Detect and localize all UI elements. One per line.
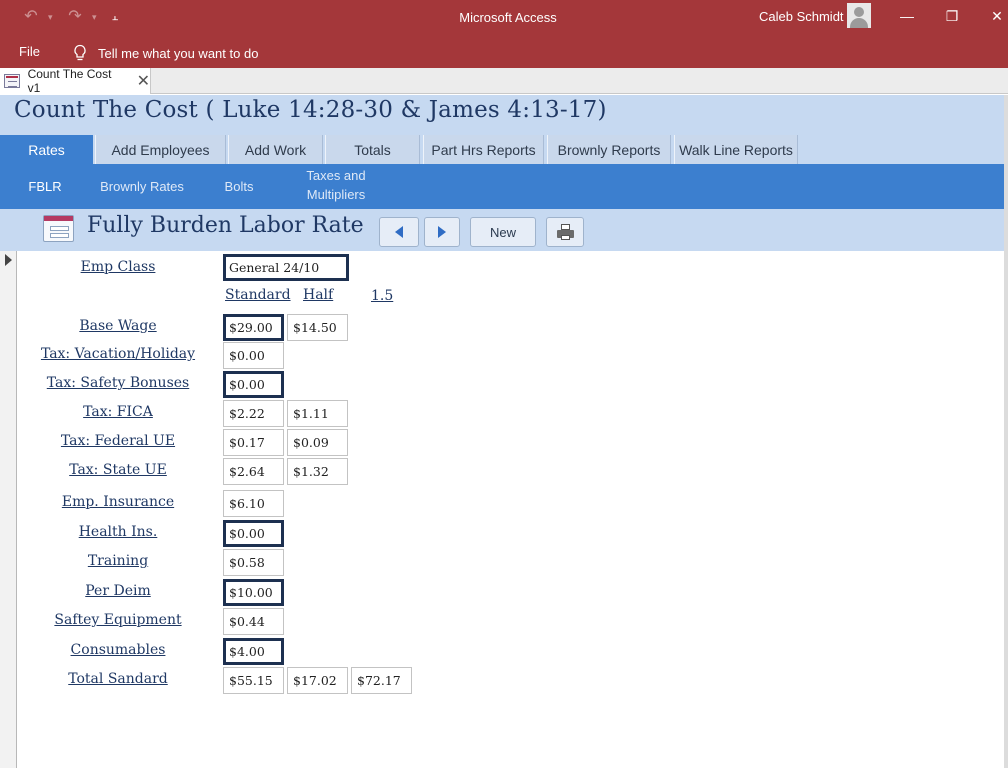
saftey-equipment-standard-field[interactable]: $0.44	[223, 608, 284, 635]
tax-fica-half-field[interactable]: $1.11	[287, 400, 348, 427]
total-sandard-one-half-field[interactable]: $72.17	[351, 667, 412, 694]
per-deim-standard-field[interactable]: $10.00	[223, 579, 284, 606]
health-ins-standard-field[interactable]: $0.00	[223, 520, 284, 547]
document-tab-strip: Count The Cost v1 ✕	[0, 67, 1008, 95]
tab-add-work[interactable]: Add Work	[228, 135, 323, 164]
tax-federal-ue-standard-field[interactable]: $0.17	[223, 429, 284, 456]
form-record-icon	[43, 215, 74, 242]
user-name[interactable]: Caleb Schmidt	[759, 9, 844, 24]
tab-totals[interactable]: Totals	[325, 135, 420, 164]
tax-state-ue-label: Tax: State UE	[69, 462, 167, 478]
tax-fica-label: Tax: FICA	[83, 404, 153, 420]
tab-brownly-reports[interactable]: Brownly Reports	[547, 135, 671, 164]
tax-fica-standard-field[interactable]: $2.22	[223, 400, 284, 427]
lightbulb-icon	[74, 44, 86, 61]
document-tab-label: Count The Cost v1	[27, 67, 112, 95]
tax-federal-ue-label: Tax: Federal UE	[60, 433, 176, 449]
total-sandard-label: Total Sandard	[68, 671, 168, 687]
emp-class-label: Emp Class	[80, 259, 156, 275]
total-sandard-standard-field[interactable]: $55.15	[223, 667, 284, 694]
base-wage-standard-field[interactable]: $29.00	[223, 314, 284, 341]
form-area: Count The Cost ( Luke 14:28-30 & James 4…	[0, 95, 1008, 768]
close-icon[interactable]: ✕	[982, 6, 1008, 26]
tab-rates[interactable]: Rates	[0, 135, 93, 164]
emp-insurance-standard-field[interactable]: $6.10	[223, 490, 284, 517]
tab-add-employees[interactable]: Add Employees	[95, 135, 226, 164]
form-icon	[4, 74, 20, 88]
per-deim-label: Per Deim	[85, 583, 151, 599]
column-header-standard: Standard	[225, 287, 291, 303]
tax-state-ue-standard-field[interactable]: $2.64	[223, 458, 284, 485]
consumables-label: Consumables	[70, 642, 166, 658]
consumables-standard-field[interactable]: $4.00	[223, 638, 284, 665]
tax-safety-bonuses-standard-field[interactable]: $0.00	[223, 371, 284, 398]
tell-me-text: Tell me what you want to do	[98, 45, 259, 61]
previous-record-button[interactable]	[379, 217, 419, 247]
tab-walk-line-reports[interactable]: Walk Line Reports	[674, 135, 798, 164]
restore-icon[interactable]: ❐	[937, 6, 967, 26]
subtab-bolts[interactable]: Bolts	[216, 177, 262, 196]
subtab-taxes-and-multipliers[interactable]: Taxes and Multipliers	[286, 166, 386, 204]
emp-class-field[interactable]: General 24/10	[223, 254, 349, 281]
previous-arrow-icon	[395, 226, 403, 238]
tax-vacation-holiday-label: Tax: Vacation/Holiday	[40, 346, 196, 362]
next-record-button[interactable]	[424, 217, 460, 247]
tell-me-box[interactable]: Tell me what you want to do	[72, 44, 258, 62]
training-standard-field[interactable]: $0.58	[223, 549, 284, 576]
base-wage-half-field[interactable]: $14.50	[287, 314, 348, 341]
minimize-icon[interactable]: —	[892, 6, 922, 26]
new-record-button[interactable]: New	[470, 217, 536, 247]
tax-vacation-holiday-standard-field[interactable]: $0.00	[223, 342, 284, 369]
emp-insurance-label: Emp. Insurance	[61, 494, 175, 510]
tax-state-ue-half-field[interactable]: $1.32	[287, 458, 348, 485]
tax-safety-bonuses-label: Tax: Safety Bonuses	[46, 375, 190, 391]
access-window: ↶ ▾ ↷ ▾ ⫠ Microsoft Access Caleb Schmidt…	[0, 0, 1008, 768]
total-sandard-half-field[interactable]: $17.02	[287, 667, 348, 694]
form-title: Count The Cost ( Luke 14:28-30 & James 4…	[14, 97, 607, 123]
record-title: Fully Burden Labor Rate	[87, 213, 364, 238]
column-header-one-half: 1.5	[371, 288, 394, 304]
saftey-equipment-label: Saftey Equipment	[54, 612, 182, 628]
document-tab[interactable]: Count The Cost v1 ✕	[0, 67, 151, 95]
training-label: Training	[87, 553, 149, 569]
record-selector[interactable]	[0, 251, 17, 768]
tax-federal-ue-half-field[interactable]: $0.09	[287, 429, 348, 456]
tab-part-hrs-reports[interactable]: Part Hrs Reports	[423, 135, 544, 164]
file-menu[interactable]: File	[19, 44, 40, 59]
health-ins-label: Health Ins.	[78, 524, 158, 540]
column-header-half: Half	[303, 287, 334, 303]
subtab-brownly-rates[interactable]: Brownly Rates	[88, 177, 196, 196]
avatar[interactable]	[847, 3, 871, 28]
next-arrow-icon	[438, 226, 446, 238]
title-bar: ↶ ▾ ↷ ▾ ⫠ Microsoft Access Caleb Schmidt…	[0, 0, 1008, 68]
base-wage-label: Base Wage	[79, 318, 157, 334]
subtab-fblr[interactable]: FBLR	[18, 177, 72, 196]
print-button[interactable]	[546, 217, 584, 247]
vertical-scrollbar[interactable]	[1004, 95, 1008, 768]
close-tab-icon[interactable]: ✕	[137, 71, 150, 91]
form-header: Count The Cost ( Luke 14:28-30 & James 4…	[0, 95, 1008, 129]
current-record-icon	[5, 254, 12, 266]
printer-icon	[556, 224, 574, 240]
